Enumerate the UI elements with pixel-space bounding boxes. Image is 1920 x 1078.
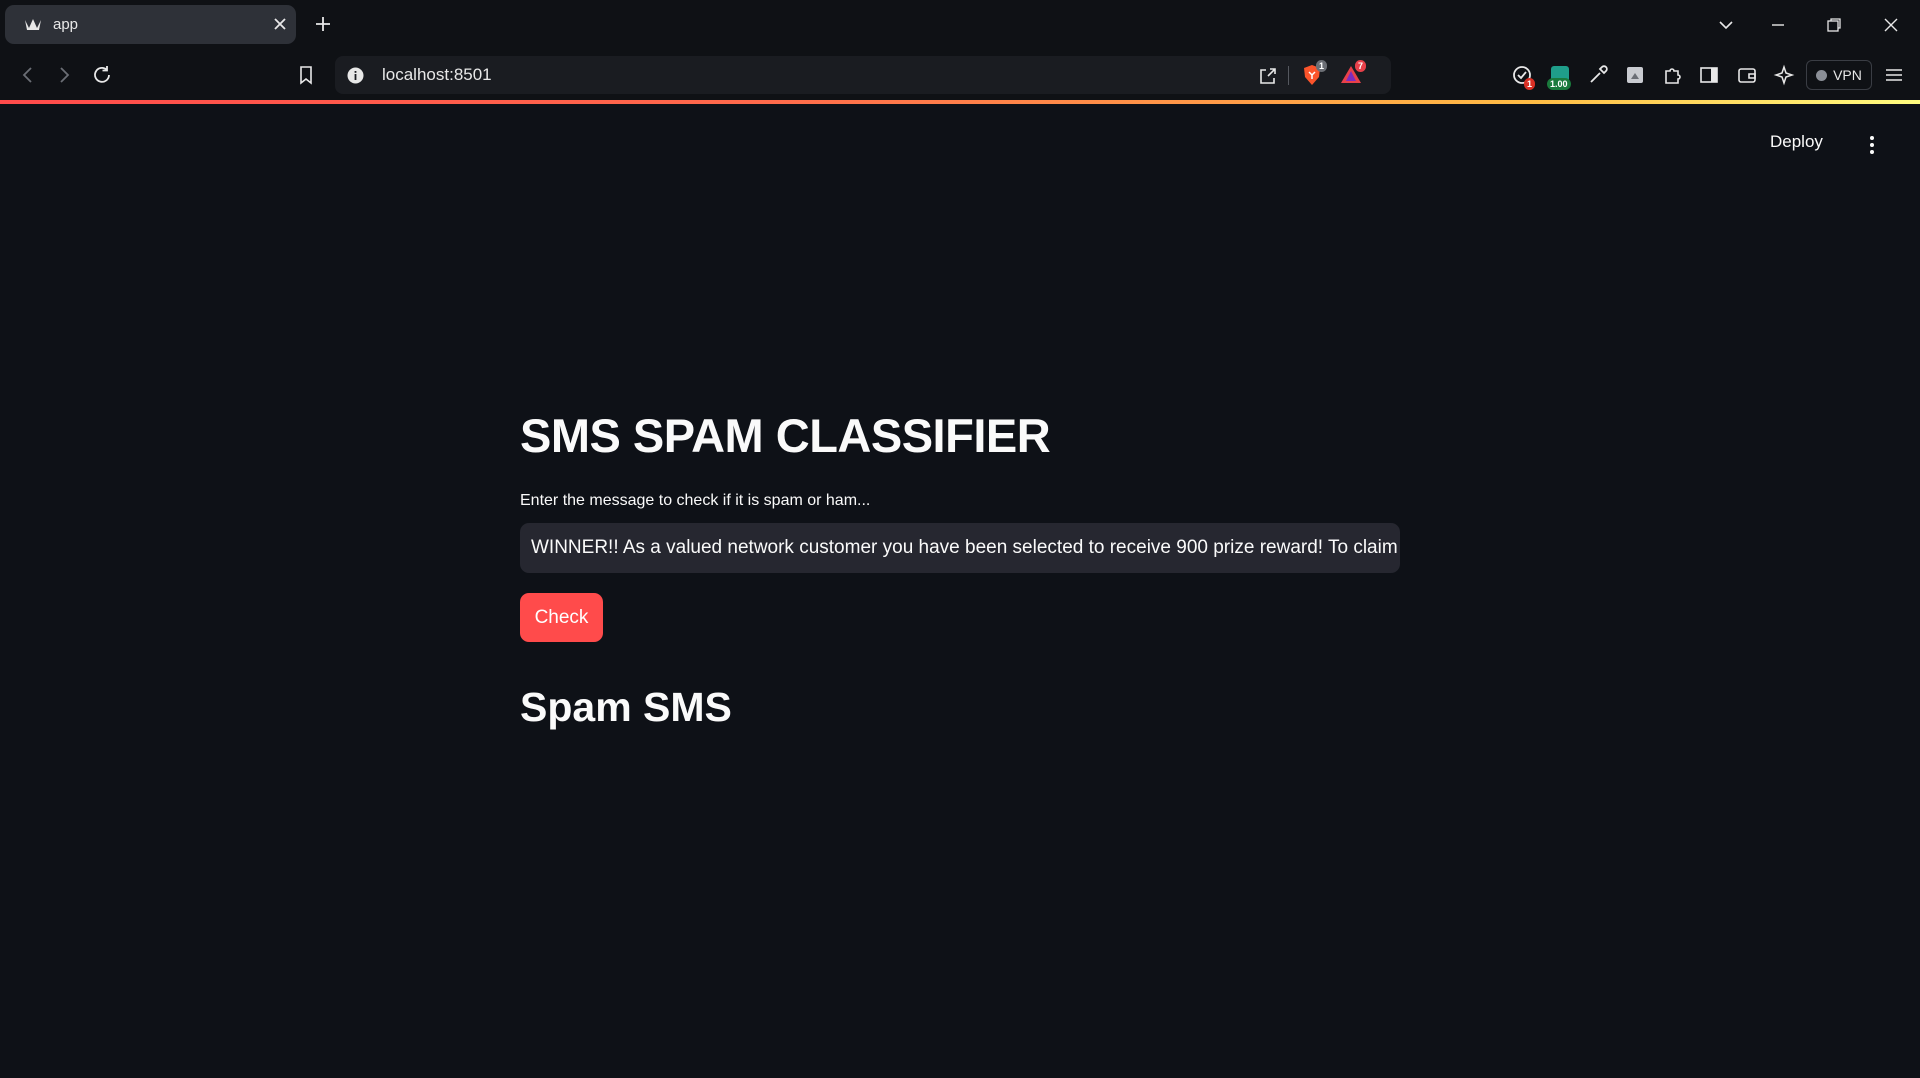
tab-title: app (53, 16, 79, 33)
close-tab-icon[interactable] (271, 15, 289, 33)
url-text[interactable]: localhost:8501 (382, 65, 492, 85)
vpn-status-icon (1816, 69, 1828, 81)
app-main: Deploy SMS SPAM CLASSIFIER Enter the mes… (0, 104, 1920, 1078)
tab-bar: app (0, 0, 1920, 50)
extensions-puzzle-icon[interactable] (1660, 63, 1684, 87)
tab-search-chevron-icon[interactable] (1716, 15, 1736, 35)
leo-ai-icon[interactable] (1772, 63, 1796, 87)
menu-hamburger-icon[interactable] (1882, 63, 1906, 87)
brave-rewards-badge: 7 (1355, 60, 1367, 72)
main-menu-kebab-icon[interactable] (1862, 134, 1882, 156)
back-icon[interactable] (16, 63, 40, 87)
site-info-icon[interactable] (347, 67, 364, 84)
minimize-icon[interactable] (1768, 15, 1788, 35)
restore-icon[interactable] (1824, 15, 1844, 35)
forward-icon[interactable] (52, 63, 76, 87)
streamlit-crown-icon (25, 19, 41, 30)
browser-tab[interactable]: app (5, 5, 296, 44)
extension-value-badge: 1.00 (1547, 78, 1571, 90)
classification-result: Spam SMS (520, 684, 732, 730)
screenshot-extension-icon[interactable] (1623, 63, 1647, 87)
new-tab-icon[interactable] (313, 14, 333, 34)
browser-toolbar: localhost:8501 1 7 1 1.00 VPN (0, 50, 1920, 100)
wallet-icon[interactable] (1735, 63, 1759, 87)
deploy-button[interactable]: Deploy (1770, 132, 1823, 152)
url-separator (1288, 66, 1289, 85)
sidebar-toggle-icon[interactable] (1697, 63, 1721, 87)
address-bar[interactable]: localhost:8501 1 7 (335, 56, 1391, 94)
share-icon[interactable] (1257, 65, 1279, 87)
extension-badge: 1 (1524, 78, 1536, 90)
bookmark-icon[interactable] (294, 63, 318, 87)
vpn-button[interactable]: VPN (1806, 60, 1872, 90)
reload-icon[interactable] (90, 63, 114, 87)
message-input-label: Enter the message to check if it is spam… (520, 492, 871, 509)
vpn-label: VPN (1833, 67, 1862, 83)
message-input[interactable]: WINNER!! As a valued network customer yo… (520, 523, 1400, 573)
eyedropper-icon[interactable] (1586, 63, 1610, 87)
page-title: SMS SPAM CLASSIFIER (520, 409, 1051, 462)
close-window-icon[interactable] (1881, 15, 1901, 35)
check-button[interactable]: Check (520, 593, 603, 642)
brave-shields-badge: 1 (1316, 60, 1328, 72)
